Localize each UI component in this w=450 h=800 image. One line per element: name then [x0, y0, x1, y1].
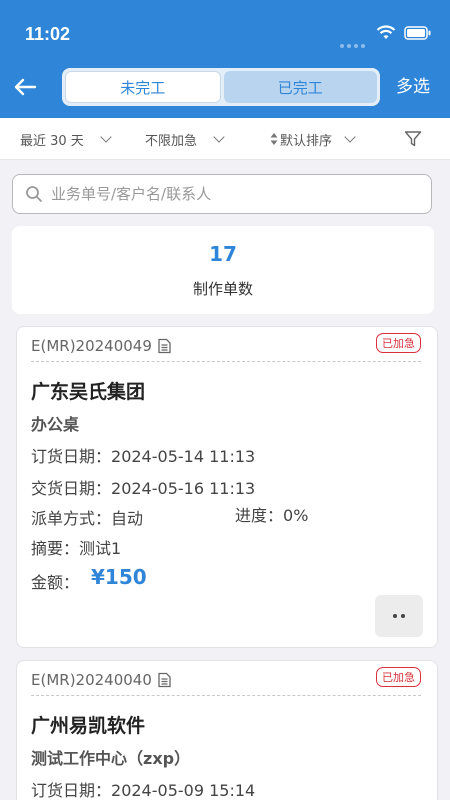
order-card[interactable]: E(MR)20240049 已加急 广东吴氏集团 办公桌 订货日期：2024-0… [16, 326, 438, 648]
product-name: 办公桌 [31, 415, 80, 434]
urgent-badge: 已加急 [376, 667, 421, 687]
arrow-left-icon [14, 78, 37, 96]
filter-button[interactable] [404, 118, 422, 160]
progress-value: 0% [283, 506, 309, 525]
filter-date-range[interactable]: 最近 30 天 [20, 118, 112, 160]
customer-name: 广州易凯软件 [31, 715, 146, 737]
tab-unfinished[interactable]: 未完工 [65, 71, 221, 103]
search-icon [26, 186, 42, 202]
dot [393, 614, 397, 618]
filter-urgency[interactable]: 不限加急 [145, 118, 225, 160]
urgent-badge: 已加急 [376, 333, 421, 353]
progress-label: 进度： [235, 506, 284, 525]
order-card[interactable]: E(MR)20240040 已加急 广州易凯软件 测试工作中心（zxp） 订货日… [16, 660, 438, 800]
multi-select-button[interactable]: 多选 [396, 72, 430, 97]
order-count: 17 [209, 242, 237, 266]
amount-value: ¥150 [91, 565, 147, 589]
copy-document-icon[interactable] [158, 672, 171, 688]
battery-icon [404, 26, 431, 40]
customer-name: 广东吴氏集团 [31, 381, 146, 403]
summary-card: 17 制作单数 [12, 226, 434, 314]
order-number-text: E(MR)20240049 [31, 337, 152, 355]
status-segmented-control: 未完工 已完工 [62, 68, 380, 106]
delivery-date-label: 交货日期： [31, 479, 112, 498]
order-date-value: 2024-05-09 15:14 [111, 781, 256, 800]
filter-sort[interactable]: 默认排序 [270, 118, 356, 160]
back-button[interactable] [10, 72, 40, 102]
divider [31, 695, 421, 696]
order-date-label: 订货日期： [31, 447, 112, 466]
divider [31, 361, 421, 362]
progress-row: 进度：0% [235, 502, 308, 526]
order-date-row: 订货日期：2024-05-14 11:13 [31, 443, 255, 467]
order-number: E(MR)20240049 [31, 337, 171, 355]
chevron-down-icon [213, 131, 225, 143]
dispatch-value: 自动 [111, 509, 144, 528]
sort-icon [270, 133, 278, 145]
wifi-icon [376, 25, 396, 39]
dispatch-label: 派单方式： [31, 509, 112, 528]
dot [401, 614, 405, 618]
search-box [12, 174, 432, 214]
funnel-icon [404, 131, 422, 147]
header: 11:02 未完工 已完工 多选 [0, 0, 450, 118]
status-icons [376, 24, 432, 42]
filter-urgency-label: 不限加急 [145, 133, 198, 149]
status-time: 11:02 [25, 24, 71, 44]
filter-bar: 最近 30 天 不限加急 默认排序 [0, 118, 450, 160]
order-count-label: 制作单数 [192, 280, 253, 298]
delivery-date-row: 交货日期：2024-05-16 11:13 [31, 475, 255, 499]
summary-value: 测试1 [79, 539, 122, 558]
camera-dots [340, 33, 368, 52]
chevron-down-icon [100, 131, 112, 143]
summary-row: 摘要：测试1 [31, 535, 121, 559]
tab-finished[interactable]: 已完工 [223, 71, 377, 103]
product-name: 测试工作中心（zxp） [31, 749, 191, 768]
filter-date-label: 最近 30 天 [20, 133, 84, 149]
search-input[interactable] [51, 185, 411, 203]
filter-sort-label: 默认排序 [280, 133, 333, 149]
order-date-row: 订货日期：2024-05-09 15:14 [31, 777, 255, 800]
status-bar: 11:02 [0, 0, 450, 64]
order-date-label: 订货日期： [31, 781, 112, 800]
more-options-button[interactable] [375, 595, 423, 637]
order-number: E(MR)20240040 [31, 671, 171, 689]
chevron-down-icon [344, 131, 356, 143]
summary-label: 摘要： [31, 539, 80, 558]
amount-label: 金额： [31, 573, 80, 592]
delivery-date-value: 2024-05-16 11:13 [111, 479, 256, 498]
copy-document-icon[interactable] [158, 338, 171, 354]
search-area [0, 160, 450, 224]
dispatch-row: 派单方式：自动 [31, 505, 143, 529]
order-number-text: E(MR)20240040 [31, 671, 152, 689]
order-date-value: 2024-05-14 11:13 [111, 447, 256, 466]
